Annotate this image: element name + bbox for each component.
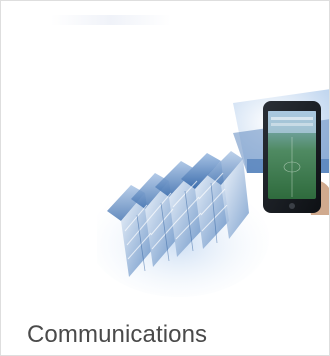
communications-tile[interactable]: Communications	[0, 0, 330, 356]
communications-illustration	[97, 89, 329, 297]
smartphone-icon	[263, 101, 329, 215]
tile-caption: Communications	[27, 321, 208, 348]
top-decoration	[51, 15, 171, 25]
